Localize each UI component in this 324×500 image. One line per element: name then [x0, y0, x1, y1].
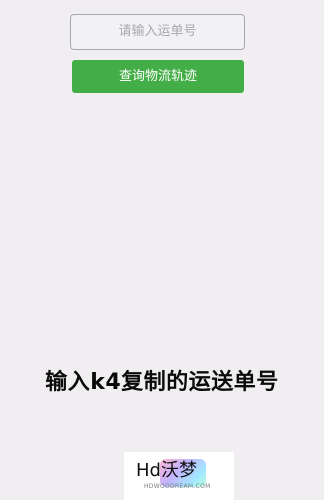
instruction-caption: 输入k4复制的运送单号	[45, 370, 279, 395]
tracking-number-input[interactable]: 请输入运单号	[70, 14, 245, 50]
watermark-subtitle: HDWOODREAM.COM	[144, 483, 211, 490]
query-logistics-button[interactable]: 查询物流轨迹	[72, 60, 244, 93]
watermark: Hd沃梦 HDWOODREAM.COM	[124, 452, 234, 500]
app-screen: 请输入运单号 查询物流轨迹 输入k4复制的运送单号 Hd沃梦 HDWOODREA…	[0, 0, 324, 500]
watermark-title: Hd沃梦	[136, 460, 197, 481]
